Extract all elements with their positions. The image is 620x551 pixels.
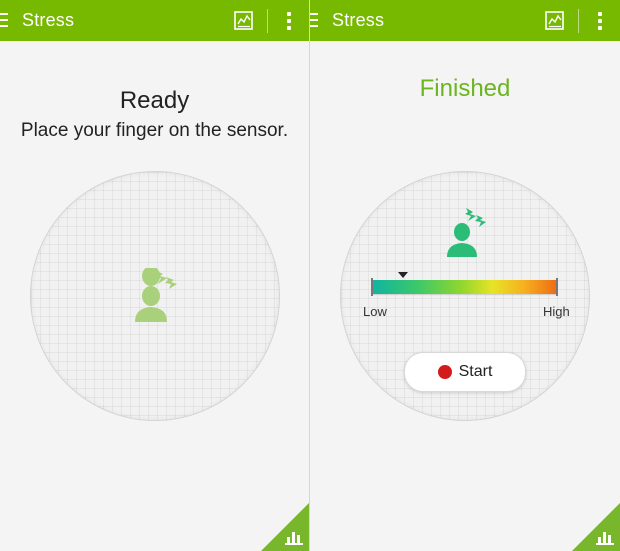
record-dot-icon xyxy=(437,365,452,379)
action-separator xyxy=(267,8,268,33)
menu-icon[interactable] xyxy=(0,0,12,41)
stressed-head-icon xyxy=(133,266,179,329)
menu-icon[interactable] xyxy=(310,0,322,41)
action-separator xyxy=(578,8,579,33)
bar-chart-icon[interactable] xyxy=(596,529,614,545)
start-button[interactable]: Start xyxy=(404,352,526,392)
action-bar: Stress xyxy=(0,0,309,41)
overflow-menu-icon[interactable] xyxy=(279,9,299,33)
action-bar: Stress xyxy=(310,0,620,41)
action-bar-actions xyxy=(543,0,620,41)
gauge-start-cap xyxy=(371,278,373,296)
bar-chart-icon[interactable] xyxy=(285,529,303,545)
app-title: Stress xyxy=(332,10,385,30)
stress-gauge xyxy=(371,278,558,296)
stressed-head-icon xyxy=(444,207,490,264)
status-title: Finished xyxy=(419,75,511,102)
overflow-menu-icon[interactable] xyxy=(590,9,610,33)
action-bar-actions xyxy=(232,0,309,41)
screens-container: Stress Ready Place your finger on the se… xyxy=(0,0,620,551)
start-button-label: Start xyxy=(458,363,493,380)
chart-icon[interactable] xyxy=(543,9,567,33)
app-title: Stress xyxy=(22,10,75,30)
stress-gauge-bar xyxy=(372,280,557,294)
gauge-end-cap xyxy=(556,278,558,296)
gauge-low-label: Low xyxy=(363,304,387,319)
status-title: Ready xyxy=(119,87,190,114)
gauge-high-label: High xyxy=(543,304,570,319)
instruction-text: Place your finger on the sensor. xyxy=(20,120,289,141)
chart-icon[interactable] xyxy=(232,9,256,33)
stress-level-marker xyxy=(398,272,409,278)
